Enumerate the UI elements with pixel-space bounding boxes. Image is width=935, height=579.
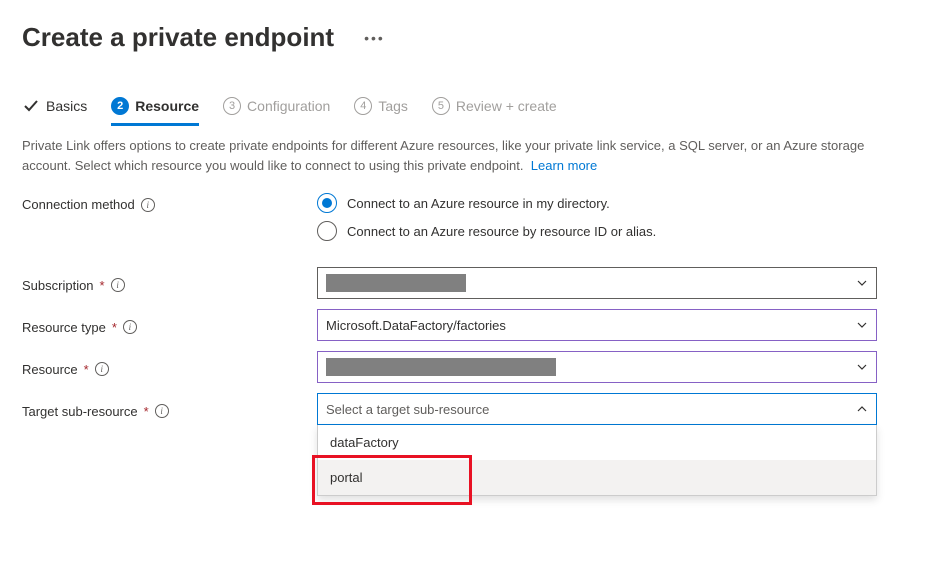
checkmark-icon	[22, 97, 40, 115]
info-icon[interactable]: i	[111, 278, 125, 292]
resource-label: Resource	[22, 362, 78, 377]
required-asterisk: *	[112, 320, 117, 335]
chevron-down-icon	[856, 319, 868, 331]
redacted-value	[326, 358, 556, 376]
radio-connect-directory[interactable]: Connect to an Azure resource in my direc…	[317, 193, 877, 213]
radio-icon	[317, 193, 337, 213]
tab-label: Review + create	[456, 98, 557, 114]
page-title: Create a private endpoint	[22, 22, 334, 53]
tab-label: Resource	[135, 98, 199, 114]
required-asterisk: *	[100, 278, 105, 293]
subscription-label: Subscription	[22, 278, 94, 293]
tab-basics[interactable]: Basics	[22, 93, 87, 126]
redacted-value	[326, 274, 466, 292]
tab-configuration[interactable]: 3 Configuration	[223, 93, 330, 126]
target-sub-resource-label: Target sub-resource	[22, 404, 138, 419]
chevron-up-icon	[856, 403, 868, 415]
info-icon[interactable]: i	[123, 320, 137, 334]
step-number-icon: 5	[432, 97, 450, 115]
chevron-down-icon	[856, 277, 868, 289]
radio-connect-resource-id[interactable]: Connect to an Azure resource by resource…	[317, 221, 877, 241]
wizard-tabs: Basics 2 Resource 3 Configuration 4 Tags…	[22, 93, 913, 126]
more-actions-icon[interactable]: •••	[358, 30, 391, 46]
tab-description: Private Link offers options to create pr…	[22, 136, 912, 175]
select-value: Microsoft.DataFactory/factories	[326, 318, 506, 333]
tab-review-create[interactable]: 5 Review + create	[432, 93, 557, 126]
step-number-icon: 2	[111, 97, 129, 115]
step-number-icon: 3	[223, 97, 241, 115]
subscription-select[interactable]	[317, 267, 877, 299]
radio-icon	[317, 221, 337, 241]
option-portal[interactable]: portal	[318, 460, 876, 495]
connection-method-label: Connection method	[22, 197, 135, 212]
tab-resource[interactable]: 2 Resource	[111, 93, 199, 126]
step-number-icon: 4	[354, 97, 372, 115]
radio-label: Connect to an Azure resource in my direc…	[347, 196, 610, 211]
tab-label: Basics	[46, 98, 87, 114]
tab-tags[interactable]: 4 Tags	[354, 93, 408, 126]
target-sub-resource-select[interactable]: Select a target sub-resource	[317, 393, 877, 425]
learn-more-link[interactable]: Learn more	[531, 158, 597, 173]
target-sub-resource-dropdown: dataFactory portal	[317, 425, 877, 496]
info-icon[interactable]: i	[155, 404, 169, 418]
required-asterisk: *	[84, 362, 89, 377]
radio-label: Connect to an Azure resource by resource…	[347, 224, 656, 239]
option-datafactory[interactable]: dataFactory	[318, 425, 876, 460]
info-icon[interactable]: i	[95, 362, 109, 376]
tab-label: Configuration	[247, 98, 330, 114]
resource-type-label: Resource type	[22, 320, 106, 335]
chevron-down-icon	[856, 361, 868, 373]
info-icon[interactable]: i	[141, 198, 155, 212]
resource-select[interactable]	[317, 351, 877, 383]
tab-label: Tags	[378, 98, 408, 114]
resource-type-select[interactable]: Microsoft.DataFactory/factories	[317, 309, 877, 341]
required-asterisk: *	[144, 404, 149, 419]
select-placeholder: Select a target sub-resource	[326, 402, 489, 417]
